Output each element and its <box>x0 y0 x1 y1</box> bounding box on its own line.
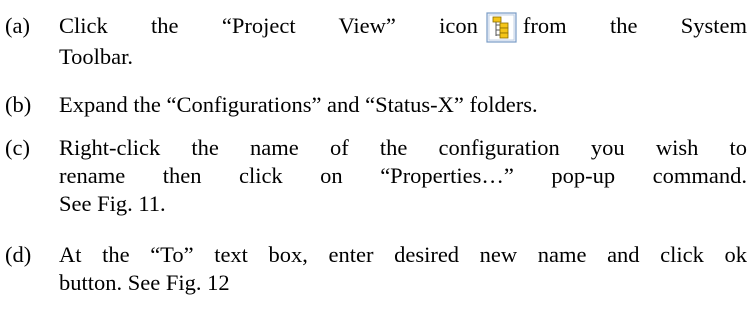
step-label: (a) <box>5 13 30 38</box>
step-label: (d) <box>5 242 32 267</box>
project-view-icon <box>486 12 517 43</box>
step-line: Right-click the name of the configuratio… <box>59 135 747 160</box>
step-text-segment: from the System <box>522 13 748 38</box>
step-line: rename then click on “Properties…” pop-u… <box>59 163 747 188</box>
step-line: Expand the “Configurations” and “Status-… <box>59 92 538 117</box>
step-label: (c) <box>5 135 30 160</box>
step-line: button. See Fig. 12 <box>59 270 230 295</box>
step-line: At the “To” text box, enter desired new … <box>59 242 747 267</box>
step-line: See Fig. 11. <box>59 191 166 216</box>
step-line: Toolbar. <box>59 44 134 69</box>
step-text: Click the “Project View” icon from the S… <box>59 12 747 71</box>
step-label: (b) <box>5 92 32 117</box>
step-line: Click the “Project View” icon from the S… <box>59 12 747 43</box>
step-text-segment: Click the “Project View” icon <box>59 13 478 38</box>
step-text: Right-click the name of the configuratio… <box>59 134 747 218</box>
step-text: Expand the “Configurations” and “Status-… <box>59 91 747 119</box>
step-text: At the “To” text box, enter desired new … <box>59 241 747 297</box>
